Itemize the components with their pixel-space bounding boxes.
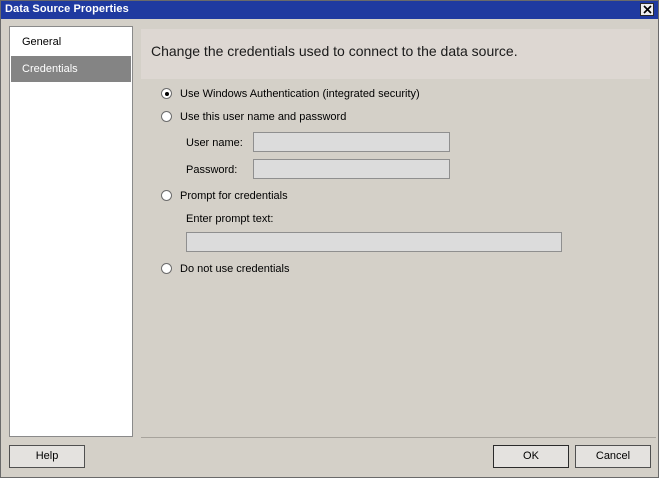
close-icon	[643, 5, 652, 14]
ok-button[interactable]: OK	[493, 445, 569, 468]
radio-selected-dot	[164, 91, 169, 96]
page-header: Change the credentials used to connect t…	[141, 29, 650, 79]
prompt-text-label: Enter prompt text:	[186, 213, 274, 225]
window-title: Data Source Properties	[5, 3, 129, 15]
password-field[interactable]	[253, 159, 450, 179]
help-button[interactable]: Help	[9, 445, 85, 468]
windows-auth-radio[interactable]	[161, 88, 172, 99]
no-credentials-label[interactable]: Do not use credentials	[180, 263, 289, 275]
prompt-credentials-radio[interactable]	[161, 190, 172, 201]
data-source-properties-dialog: Data Source Properties General Credentia…	[0, 0, 659, 478]
username-field[interactable]	[253, 132, 450, 152]
cancel-button[interactable]: Cancel	[575, 445, 651, 468]
prompt-text-field[interactable]	[186, 232, 562, 252]
no-credentials-radio[interactable]	[161, 263, 172, 274]
nav-item-general[interactable]: General	[11, 29, 131, 55]
windows-auth-label[interactable]: Use Windows Authentication (integrated s…	[180, 88, 420, 100]
page-header-text: Change the credentials used to connect t…	[151, 43, 518, 59]
password-label: Password:	[186, 164, 238, 176]
username-password-radio[interactable]	[161, 111, 172, 122]
username-label: User name:	[186, 137, 243, 149]
title-bar[interactable]: Data Source Properties	[1, 1, 658, 19]
prompt-credentials-label[interactable]: Prompt for credentials	[180, 190, 288, 202]
close-button[interactable]	[640, 3, 654, 16]
nav-item-credentials[interactable]: Credentials	[11, 56, 131, 82]
footer-divider	[141, 437, 656, 438]
page-navigation: General Credentials	[9, 26, 133, 437]
username-password-label[interactable]: Use this user name and password	[180, 111, 346, 123]
